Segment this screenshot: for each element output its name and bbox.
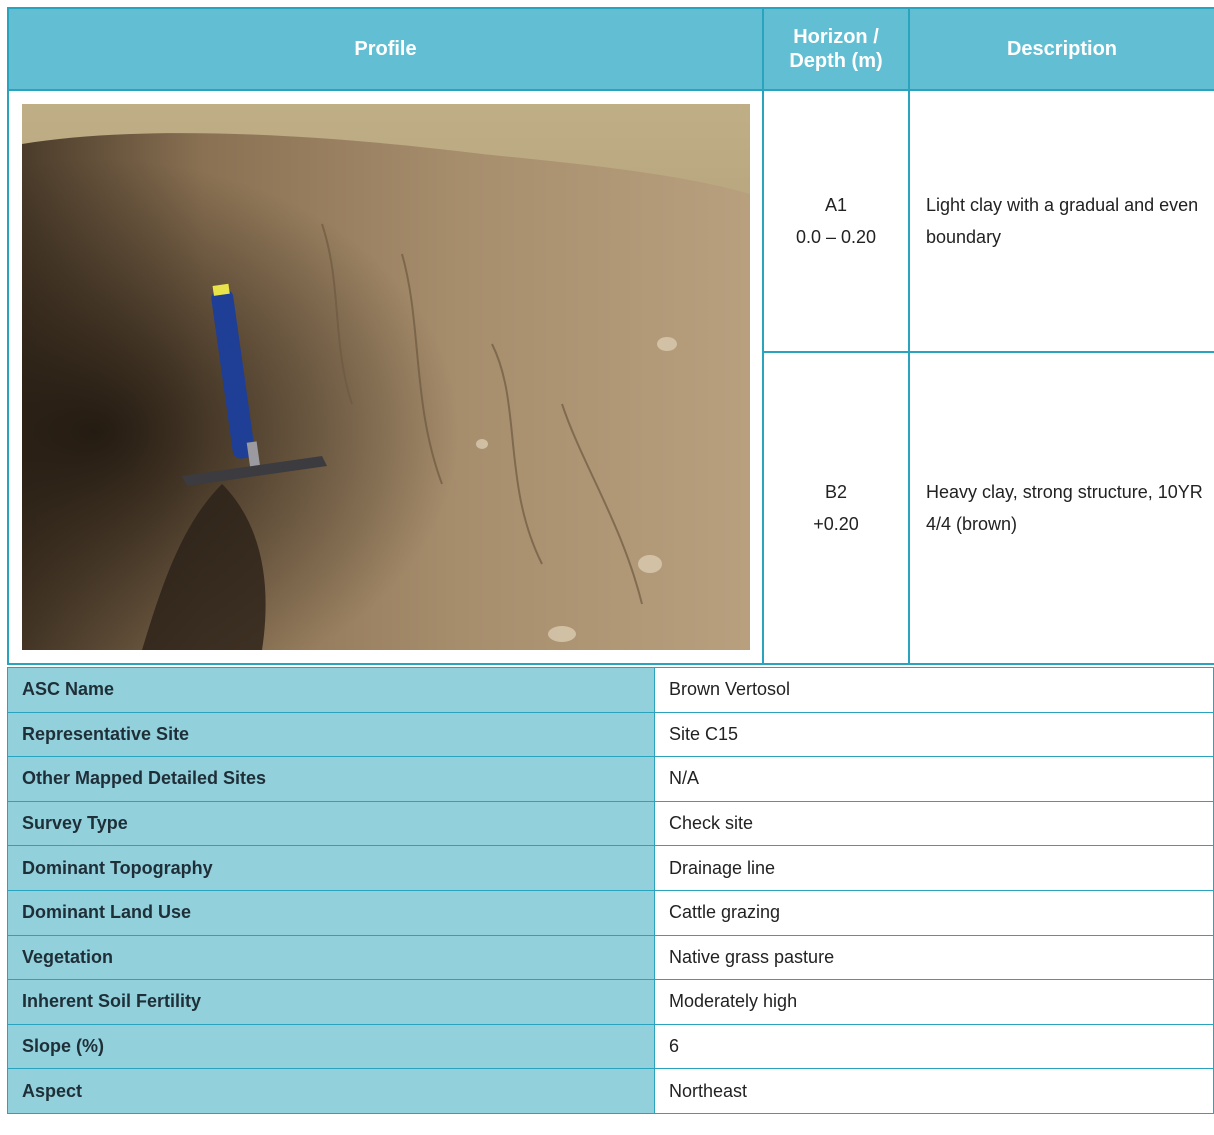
info-row: Survey Type Check site <box>7 800 1214 847</box>
horizon-a1-cell: A1 0.0 – 0.20 <box>762 89 910 353</box>
info-value: Moderately high <box>654 979 1214 1025</box>
info-row: Dominant Land Use Cattle grazing <box>7 889 1214 936</box>
horizon-b2-name: B2 <box>824 482 848 502</box>
info-label: Slope (%) <box>7 1023 655 1070</box>
horizon-a1-description: Light clay with a gradual and even bound… <box>908 89 1214 353</box>
info-row: Other Mapped Detailed Sites N/A <box>7 756 1214 802</box>
info-label: Vegetation <box>7 934 655 981</box>
info-row: Slope (%) 6 <box>7 1023 1214 1070</box>
info-row: Dominant Topography Drainage line <box>7 845 1214 891</box>
horizon-b2-cell: B2 +0.20 <box>762 351 910 665</box>
info-value: Site C15 <box>654 711 1214 758</box>
profile-table: Profile Horizon / Depth (m) Description <box>7 7 1214 665</box>
info-value: N/A <box>654 756 1214 802</box>
info-value: Northeast <box>654 1068 1214 1114</box>
info-value: Check site <box>654 800 1214 847</box>
info-value: 6 <box>654 1023 1214 1070</box>
horizon-b2-depth: +0.20 <box>813 514 859 534</box>
horizon-b2-description: Heavy clay, strong structure, 10YR 4/4 (… <box>908 351 1214 665</box>
profile-photo-cell <box>7 89 764 665</box>
soil-profile-photo <box>21 104 750 650</box>
info-label: Dominant Land Use <box>7 889 655 936</box>
info-label: Dominant Topography <box>7 845 655 891</box>
info-value: Native grass pasture <box>654 934 1214 981</box>
info-label: Representative Site <box>7 711 655 758</box>
info-value: Brown Vertosol <box>654 667 1214 713</box>
horizon-depth-header: Horizon / Depth (m) <box>762 7 910 91</box>
horizon-header-line1: Horizon / <box>793 26 879 48</box>
info-value: Cattle grazing <box>654 889 1214 936</box>
horizon-header-line2: Depth (m) <box>789 50 883 72</box>
info-row: Representative Site Site C15 <box>7 711 1214 758</box>
info-row: Aspect Northeast <box>7 1068 1214 1114</box>
info-value: Drainage line <box>654 845 1214 891</box>
description-header: Description <box>908 7 1214 91</box>
info-row: Vegetation Native grass pasture <box>7 934 1214 981</box>
info-label: Aspect <box>7 1068 655 1114</box>
info-label: Inherent Soil Fertility <box>7 979 655 1025</box>
horizon-a1-name: A1 <box>824 195 848 215</box>
info-label: ASC Name <box>7 667 655 713</box>
info-row: ASC Name Brown Vertosol <box>7 667 1214 713</box>
info-row: Inherent Soil Fertility Moderately high <box>7 979 1214 1025</box>
info-label: Survey Type <box>7 800 655 847</box>
info-label: Other Mapped Detailed Sites <box>7 756 655 802</box>
soil-profile-sheet: Profile Horizon / Depth (m) Description <box>0 0 1214 1135</box>
profile-header: Profile <box>7 7 764 91</box>
horizon-a1-depth: 0.0 – 0.20 <box>795 227 877 247</box>
site-info-table: ASC Name Brown Vertosol Representative Si… <box>7 667 1214 1114</box>
